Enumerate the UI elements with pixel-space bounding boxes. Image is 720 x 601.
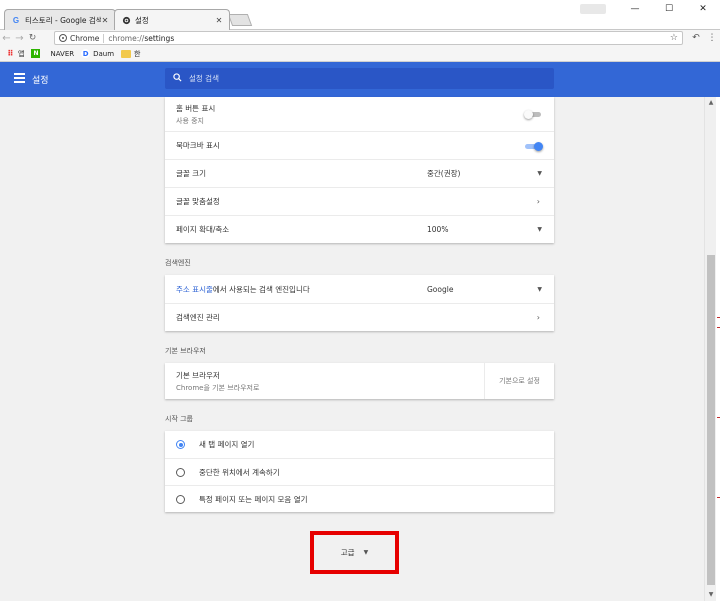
bookmark-naver[interactable]: NAVER xyxy=(50,50,74,58)
browser-toolbar: ← → ↻ Chrome chrome://settings ☆ ↶ ⋮ xyxy=(0,30,720,46)
home-button-label: 홈 버튼 표시 xyxy=(176,103,216,113)
radio-icon[interactable] xyxy=(176,467,185,477)
menu-dots-icon[interactable]: ⋮ xyxy=(704,33,720,43)
search-placeholder: 설정 검색 xyxy=(189,74,219,83)
tab-title: 티스토리 - Google 검색 xyxy=(25,15,101,25)
startup-option-label: 특정 페이지 또는 페이지 모음 열기 xyxy=(199,494,308,504)
home-button-row[interactable]: 홈 버튼 표시 사용 중지 xyxy=(165,97,554,131)
startup-option-label: 새 탭 페이지 열기 xyxy=(199,440,255,449)
apps-icon: ⠿ xyxy=(7,49,14,58)
close-window-button[interactable]: ✕ xyxy=(686,0,720,18)
address-bar[interactable]: Chrome chrome://settings ☆ xyxy=(54,31,683,45)
google-icon: G xyxy=(12,15,20,25)
maximize-button[interactable]: ☐ xyxy=(652,0,686,18)
chrome-chip: Chrome xyxy=(70,33,105,43)
manage-search-engines-row[interactable]: 검색엔진 관리 › xyxy=(165,303,554,331)
advanced-label: 고급 xyxy=(340,548,355,557)
search-engine-description: 주소 표시줄에서 사용되는 검색 엔진입니다 xyxy=(176,284,310,294)
radio-icon[interactable] xyxy=(176,494,185,504)
chevron-right-icon: › xyxy=(536,197,540,206)
back-arrow-icon[interactable]: ← xyxy=(0,33,13,44)
custom-fonts-label: 글꼴 맞춤설정 xyxy=(176,197,220,206)
page-title: 설정 xyxy=(32,76,49,86)
bookmark-naver-icon-only[interactable]: N xyxy=(31,49,43,58)
bookmark-folder[interactable]: 한 xyxy=(121,49,141,59)
font-size-select[interactable]: 중간(권장) xyxy=(427,160,460,187)
home-button-sub: 사용 중지 xyxy=(176,116,204,125)
default-browser-sub: Chrome을 기본 브라우저로 xyxy=(176,383,260,392)
search-engine-section-title: 검색엔진 xyxy=(165,259,191,267)
dropdown-arrow-icon[interactable]: ▼ xyxy=(537,170,542,177)
startup-option-specific-pages[interactable]: 특정 페이지 또는 페이지 모음 열기 xyxy=(165,485,554,512)
close-tab-icon[interactable]: ✕ xyxy=(101,16,109,25)
font-size-label: 글꼴 크기 xyxy=(176,169,206,178)
reload-icon[interactable]: ↻ xyxy=(26,33,39,43)
chevron-right-icon: › xyxy=(536,313,540,322)
minimize-button[interactable]: — xyxy=(618,0,652,18)
folder-icon xyxy=(121,49,132,58)
appearance-card: 홈 버튼 표시 사용 중지 북마크바 표시 글꼴 크기 중간(권장) ▼ 글꼴 … xyxy=(165,97,554,243)
page-zoom-row: 페이지 확대/축소 100% ▼ xyxy=(165,215,554,243)
window-controls: — ☐ ✕ xyxy=(580,0,720,20)
search-engine-select[interactable]: Google xyxy=(427,275,453,303)
bookmark-star-icon[interactable]: ☆ xyxy=(670,33,678,43)
chevron-down-icon: ▼ xyxy=(363,549,369,556)
page-zoom-label: 페이지 확대/축소 xyxy=(176,225,230,234)
page-zoom-select[interactable]: 100% xyxy=(427,216,448,243)
search-engine-card: 주소 표시줄에서 사용되는 검색 엔진입니다 Google ▼ 검색엔진 관리 … xyxy=(165,275,554,331)
make-default-button[interactable]: 기본으로 설정 xyxy=(484,363,554,399)
url-text: chrome://settings xyxy=(108,33,175,43)
close-tab-icon[interactable]: ✕ xyxy=(215,16,223,25)
daum-icon: D xyxy=(81,49,91,58)
bookmark-daum[interactable]: D Daum xyxy=(81,49,114,58)
startup-section-title: 시작 그룹 xyxy=(165,415,193,423)
tab-settings[interactable]: 설정 ✕ xyxy=(114,9,230,30)
advanced-button[interactable]: 고급 ▼ xyxy=(310,531,399,574)
hamburger-menu-icon[interactable] xyxy=(14,73,25,85)
startup-card: 새 탭 페이지 열기 중단한 위치에서 계속하기 특정 페이지 또는 페이지 모… xyxy=(165,431,554,512)
default-browser-section-title: 기본 브라우저 xyxy=(165,347,206,355)
dropdown-arrow-icon[interactable]: ▼ xyxy=(537,226,542,233)
home-button-toggle[interactable] xyxy=(524,110,542,119)
bookmarks-bar-row[interactable]: 북마크바 표시 xyxy=(165,131,554,159)
settings-search-input[interactable]: 설정 검색 xyxy=(165,68,554,89)
default-browser-row: 기본 브라우저 Chrome을 기본 브라우저로 기본으로 설정 xyxy=(165,363,554,399)
startup-option-new-tab[interactable]: 새 탭 페이지 열기 xyxy=(165,431,554,458)
tab-title: 설정 xyxy=(135,15,149,25)
page-scrollbar[interactable]: ▲ ▼ xyxy=(704,97,716,601)
bookmarks-bar-label: 북마크바 표시 xyxy=(176,141,220,150)
bookmarks-bar-toggle[interactable] xyxy=(524,141,543,151)
dropdown-arrow-icon[interactable]: ▼ xyxy=(537,286,542,293)
startup-option-label: 중단한 위치에서 계속하기 xyxy=(199,467,280,477)
naver-n-icon: N xyxy=(31,49,41,58)
forward-arrow-icon[interactable]: → xyxy=(13,33,26,44)
settings-header: 설정 설정 검색 xyxy=(0,62,720,97)
default-browser-card: 기본 브라우저 Chrome을 기본 브라우저로 기본으로 설정 xyxy=(165,363,554,399)
security-info-icon[interactable] xyxy=(59,34,67,42)
startup-option-continue[interactable]: 중단한 위치에서 계속하기 xyxy=(165,458,554,485)
manage-search-engines-label: 검색엔진 관리 xyxy=(176,313,220,322)
bookmarks-bar: ⠿ 앱 N NAVER D Daum 한 xyxy=(0,46,720,62)
tab-google-search[interactable]: G 티스토리 - Google 검색 ✕ xyxy=(4,9,116,30)
profile-button[interactable] xyxy=(580,4,606,14)
new-tab-button[interactable] xyxy=(227,14,253,26)
font-size-row: 글꼴 크기 중간(권장) ▼ xyxy=(165,159,554,187)
bookmark-apps[interactable]: ⠿ 앱 xyxy=(6,49,24,59)
custom-fonts-row[interactable]: 글꼴 맞춤설정 › xyxy=(165,187,554,215)
title-bar: G 티스토리 - Google 검색 ✕ 설정 ✕ — ☐ ✕ xyxy=(0,0,720,30)
address-bar-link[interactable]: 주소 표시줄 xyxy=(176,285,213,294)
radio-checked-icon[interactable] xyxy=(176,440,185,449)
window-edge xyxy=(716,97,720,601)
search-engine-row: 주소 표시줄에서 사용되는 검색 엔진입니다 Google ▼ xyxy=(165,275,554,303)
search-icon xyxy=(173,73,183,84)
gear-icon xyxy=(121,15,131,25)
scroll-thumb[interactable] xyxy=(707,255,715,585)
extension-arrow-icon[interactable]: ↶ xyxy=(688,33,704,43)
default-browser-label: 기본 브라우저 xyxy=(176,370,220,380)
